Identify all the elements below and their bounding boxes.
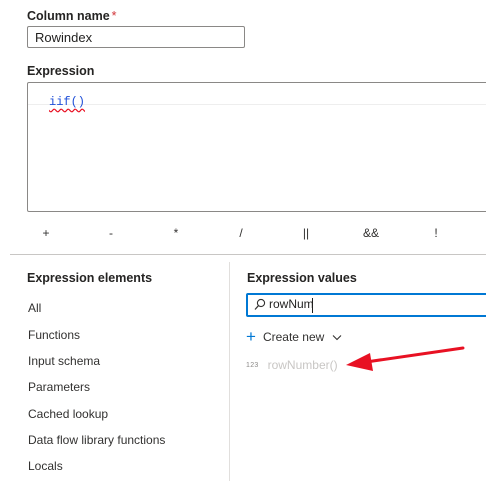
operator-and-button[interactable]: && xyxy=(363,226,379,240)
element-item-locals[interactable]: Locals xyxy=(28,459,63,473)
column-name-label: Column name * xyxy=(27,9,117,23)
operator-minus-button[interactable]: - xyxy=(109,226,113,240)
plus-icon: + xyxy=(246,327,256,346)
text-caret xyxy=(312,298,313,313)
operator-or-button[interactable]: || xyxy=(303,226,309,240)
operator-multiply-button[interactable]: * xyxy=(174,226,179,240)
expression-elements-title: Expression elements xyxy=(27,271,153,285)
column-name-input[interactable] xyxy=(27,26,245,48)
annotation-arrow xyxy=(346,346,465,371)
element-item-cached-lookup[interactable]: Cached lookup xyxy=(28,407,108,421)
value-result-item[interactable]: 123 rowNumber() xyxy=(246,358,338,372)
expression-editor[interactable]: iif() xyxy=(27,82,486,212)
required-mark: * xyxy=(111,9,117,23)
element-item-input-schema[interactable]: Input schema xyxy=(28,354,100,368)
element-item-data-flow-library-functions[interactable]: Data flow library functions xyxy=(28,433,165,447)
values-search-input[interactable] xyxy=(269,297,469,311)
expression-label: Expression xyxy=(27,64,95,78)
element-item-functions[interactable]: Functions xyxy=(28,328,80,342)
element-item-parameters[interactable]: Parameters xyxy=(28,380,90,394)
column-name-label-text: Column name xyxy=(27,9,110,23)
result-type-badge: 123 xyxy=(246,361,259,369)
create-new-label: Create new xyxy=(262,330,325,344)
values-search-box[interactable] xyxy=(246,293,486,317)
panel-divider xyxy=(229,262,230,481)
result-name: rowNumber() xyxy=(267,358,338,372)
search-icon xyxy=(254,298,266,310)
operator-divide-button[interactable]: / xyxy=(239,226,242,240)
create-new-button[interactable]: + Create new xyxy=(246,327,342,346)
section-divider xyxy=(10,254,486,255)
current-line-highlight xyxy=(28,104,486,105)
expression-code[interactable]: iif() xyxy=(49,95,85,109)
expression-values-title: Expression values xyxy=(247,271,357,285)
operator-plus-button[interactable]: + xyxy=(42,226,49,240)
element-item-all[interactable]: All xyxy=(28,301,41,315)
operator-not-button[interactable]: ! xyxy=(434,226,437,240)
expression-code-text: iif() xyxy=(49,95,86,109)
